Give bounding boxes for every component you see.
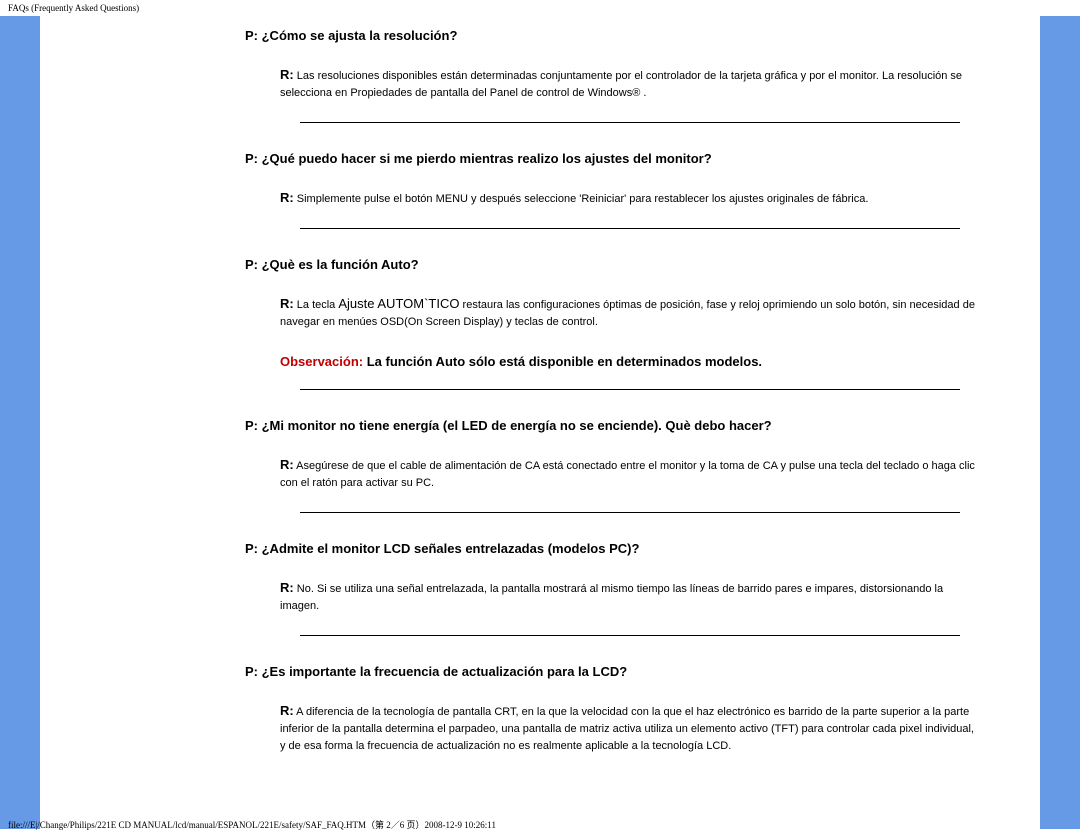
answer-big-term: Ajuste AUTOM`TICO — [338, 296, 459, 311]
question-6: P: ¿Es importante la frecuencia de actua… — [245, 664, 1040, 679]
answer-prefix: R: — [280, 580, 294, 595]
answer-6: R: A diferencia de la tecnología de pant… — [280, 701, 980, 755]
question-2: P: ¿Qué puedo hacer si me pierdo mientra… — [245, 151, 1040, 166]
question-3: P: ¿Què es la función Auto? — [245, 257, 1040, 272]
answer-5: R: No. Si se utiliza una señal entrelaza… — [280, 578, 980, 615]
answer-text: Simplemente pulse el botón MENU y despué… — [294, 193, 869, 205]
answer-text: Las resoluciones disponibles están deter… — [280, 70, 962, 99]
answer-prefix: R: — [280, 190, 294, 205]
observation-text: La función Auto sólo está disponible en … — [363, 354, 762, 369]
qa-block-5: P: ¿Admite el monitor LCD señales entrel… — [220, 541, 1040, 615]
divider — [300, 512, 960, 513]
answer-2: R: Simplemente pulse el botón MENU y des… — [280, 188, 980, 208]
answer-text: A diferencia de la tecnología de pantall… — [280, 706, 974, 752]
divider — [300, 389, 960, 390]
answer-text: No. Si se utiliza una señal entrelazada,… — [280, 583, 943, 612]
answer-prefix: R: — [280, 296, 294, 311]
answer-text-before: La tecla — [294, 299, 339, 311]
content-area: P: ¿Cómo se ajusta la resolución? R: Las… — [40, 16, 1040, 829]
answer-prefix: R: — [280, 67, 294, 82]
question-4: P: ¿Mi monitor no tiene energía (el LED … — [245, 418, 1040, 433]
qa-block-3: P: ¿Què es la función Auto? R: La tecla … — [220, 257, 1040, 368]
answer-3: R: La tecla Ajuste AUTOM`TICO restaura l… — [280, 294, 980, 331]
divider — [300, 228, 960, 229]
divider — [300, 635, 960, 636]
page-header: FAQs (Frequently Asked Questions) — [0, 0, 1080, 16]
observation-3: Observación: La función Auto sólo está d… — [280, 354, 980, 369]
main-container: P: ¿Cómo se ajusta la resolución? R: Las… — [0, 16, 1080, 829]
qa-block-4: P: ¿Mi monitor no tiene energía (el LED … — [220, 418, 1040, 492]
answer-prefix: R: — [280, 703, 294, 718]
question-1: P: ¿Cómo se ajusta la resolución? — [245, 28, 1040, 43]
qa-block-2: P: ¿Qué puedo hacer si me pierdo mientra… — [220, 151, 1040, 208]
answer-prefix: R: — [280, 457, 294, 472]
left-sidebar — [0, 16, 40, 829]
divider — [300, 122, 960, 123]
question-5: P: ¿Admite el monitor LCD señales entrel… — [245, 541, 1040, 556]
qa-block-6: P: ¿Es importante la frecuencia de actua… — [220, 664, 1040, 755]
answer-1: R: Las resoluciones disponibles están de… — [280, 65, 980, 102]
page-footer: file:///E|/Change/Philips/221E CD MANUAL… — [8, 818, 496, 831]
answer-text: Asegúrese de que el cable de alimentació… — [280, 460, 975, 489]
qa-block-1: P: ¿Cómo se ajusta la resolución? R: Las… — [220, 28, 1040, 102]
observation-prefix: Observación: — [280, 354, 363, 369]
answer-4: R: Asegúrese de que el cable de alimenta… — [280, 455, 980, 492]
right-sidebar — [1040, 16, 1080, 829]
